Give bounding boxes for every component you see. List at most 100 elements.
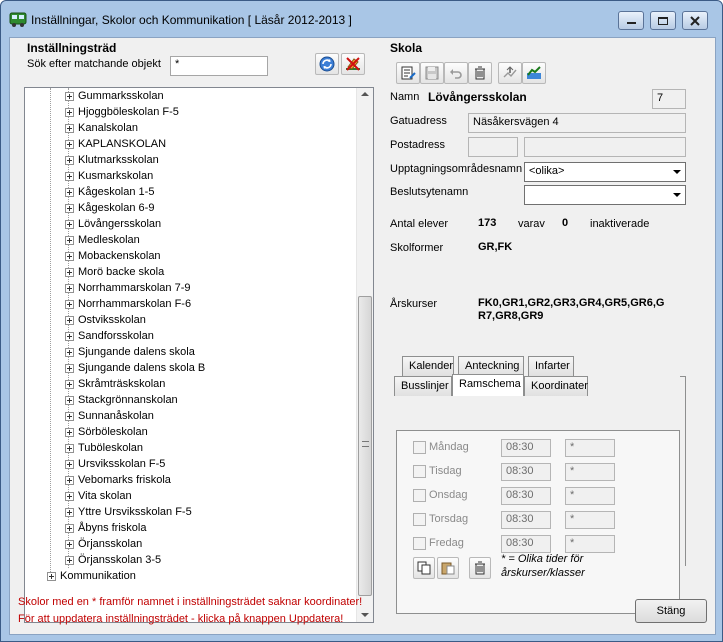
tree-node[interactable]: Sjungande dalens skola B: [65, 360, 205, 376]
expand-icon[interactable]: [65, 155, 74, 165]
tree-node[interactable]: Sunnanåskolan: [65, 408, 154, 424]
tree-node[interactable]: Tuböleskolan: [65, 440, 143, 456]
tree-node[interactable]: Norrhammarskolan F-6: [65, 296, 191, 312]
tree-node[interactable]: Sörböleskolan: [65, 424, 148, 440]
time-field[interactable]: 08:30: [501, 535, 551, 553]
beslut-select[interactable]: [524, 185, 686, 205]
expand-icon[interactable]: [65, 187, 74, 197]
tree-node[interactable]: Skråmträskskolan: [65, 376, 165, 392]
tree-node-kommunikation[interactable]: Kommunikation: [47, 568, 136, 584]
class-times-field[interactable]: *: [565, 463, 615, 481]
expand-icon[interactable]: [65, 315, 74, 325]
expand-icon[interactable]: [65, 491, 74, 501]
class-times-field[interactable]: *: [565, 511, 615, 529]
expand-icon[interactable]: [65, 267, 74, 277]
tab[interactable]: Kalender: [402, 356, 454, 376]
time-field[interactable]: 08:30: [501, 487, 551, 505]
school-number-field[interactable]: 7: [652, 89, 686, 109]
maximize-button[interactable]: [650, 11, 676, 30]
expand-icon[interactable]: [65, 107, 74, 117]
tree-node[interactable]: Sandforsskolan: [65, 328, 154, 344]
tree-node[interactable]: Åbyns friskola: [65, 520, 146, 536]
undo-button[interactable]: [444, 62, 468, 84]
expand-icon[interactable]: [47, 571, 56, 581]
paste-button[interactable]: [437, 557, 459, 579]
class-times-field[interactable]: *: [565, 535, 615, 553]
tree-scrollbar[interactable]: [356, 88, 373, 622]
tab[interactable]: Infarter: [528, 356, 574, 376]
expand-icon[interactable]: [65, 219, 74, 229]
expand-icon[interactable]: [65, 331, 74, 341]
tree-node[interactable]: Vita skolan: [65, 488, 132, 504]
expand-icon[interactable]: [65, 379, 74, 389]
close-button[interactable]: [682, 11, 708, 30]
expand-icon[interactable]: [65, 443, 74, 453]
export-button[interactable]: [522, 62, 546, 84]
tree-node[interactable]: Stackgrönnanskolan: [65, 392, 178, 408]
search-input[interactable]: *: [170, 56, 268, 76]
tree-node[interactable]: Mobackenskolan: [65, 248, 161, 264]
expand-icon[interactable]: [65, 347, 74, 357]
tab[interactable]: Ramschema: [452, 374, 524, 396]
time-field[interactable]: 08:30: [501, 439, 551, 457]
settings-tree[interactable]: Gummarksskolan Hjoggböleskolan F-5 Kanalsk…: [24, 87, 374, 623]
scroll-up-arrow-icon[interactable]: [361, 92, 369, 96]
tree-node[interactable]: Medleskolan: [65, 232, 140, 248]
day-checkbox[interactable]: [413, 489, 426, 502]
gatuadress-field[interactable]: Näsåkersvägen 4: [468, 113, 686, 133]
class-times-field[interactable]: *: [565, 439, 615, 457]
minimize-button[interactable]: [618, 11, 644, 30]
time-field[interactable]: 08:30: [501, 511, 551, 529]
class-times-field[interactable]: *: [565, 487, 615, 505]
time-field[interactable]: 08:30: [501, 463, 551, 481]
expand-icon[interactable]: [65, 283, 74, 293]
postnummer-field[interactable]: [468, 137, 518, 157]
delete-button[interactable]: [468, 62, 492, 84]
expand-icon[interactable]: [65, 523, 74, 533]
scroll-down-arrow-icon[interactable]: [361, 613, 369, 617]
expand-icon[interactable]: [65, 203, 74, 213]
tree-node[interactable]: Kågeskolan 1-5: [65, 184, 154, 200]
tab[interactable]: Koordinater: [524, 376, 588, 396]
expand-icon[interactable]: [65, 91, 74, 101]
tab[interactable]: Busslinjer: [394, 376, 452, 396]
tree-node[interactable]: Norrhammarskolan 7-9: [65, 280, 190, 296]
postort-field[interactable]: [524, 137, 686, 157]
expand-icon[interactable]: [65, 427, 74, 437]
tree-node[interactable]: Hjoggböleskolan F-5: [65, 104, 179, 120]
tree-node[interactable]: Örjansskolan 3-5: [65, 552, 161, 568]
day-checkbox[interactable]: [413, 441, 426, 454]
tree-node[interactable]: Gummarksskolan: [65, 88, 164, 104]
tree-node[interactable]: Lövångersskolan: [65, 216, 161, 232]
tree-node[interactable]: Ursviksskolan F-5: [65, 456, 165, 472]
expand-icon[interactable]: [65, 123, 74, 133]
upptagning-select[interactable]: <olika>: [524, 162, 686, 182]
expand-icon[interactable]: [65, 251, 74, 261]
expand-icon[interactable]: [65, 299, 74, 309]
day-checkbox[interactable]: [413, 465, 426, 478]
tree-node[interactable]: Yttre Ursviksskolan F-5: [65, 504, 192, 520]
day-checkbox[interactable]: [413, 537, 426, 550]
tree-node[interactable]: Vebomarks friskola: [65, 472, 171, 488]
tree-node[interactable]: Sjungande dalens skola: [65, 344, 195, 360]
tree-node[interactable]: Klutmarksskolan: [65, 152, 159, 168]
expand-icon[interactable]: [65, 411, 74, 421]
tree-node[interactable]: Morö backe skola: [65, 264, 164, 280]
scroll-thumb[interactable]: [358, 296, 372, 596]
expand-icon[interactable]: [65, 395, 74, 405]
expand-icon[interactable]: [65, 555, 74, 565]
expand-icon[interactable]: [65, 363, 74, 373]
tree-node[interactable]: Kågeskolan 6-9: [65, 200, 154, 216]
expand-icon[interactable]: [65, 171, 74, 181]
expand-icon[interactable]: [65, 139, 74, 149]
expand-icon[interactable]: [65, 235, 74, 245]
delete-times-button[interactable]: [469, 557, 491, 579]
save-button[interactable]: [420, 62, 444, 84]
edit-button[interactable]: [396, 62, 420, 84]
import-button[interactable]: [498, 62, 522, 84]
expand-icon[interactable]: [65, 507, 74, 517]
clear-search-button[interactable]: [341, 53, 365, 75]
tab[interactable]: Anteckning: [458, 356, 524, 376]
refresh-button[interactable]: [315, 53, 339, 75]
tree-node[interactable]: Kanalskolan: [65, 120, 138, 136]
